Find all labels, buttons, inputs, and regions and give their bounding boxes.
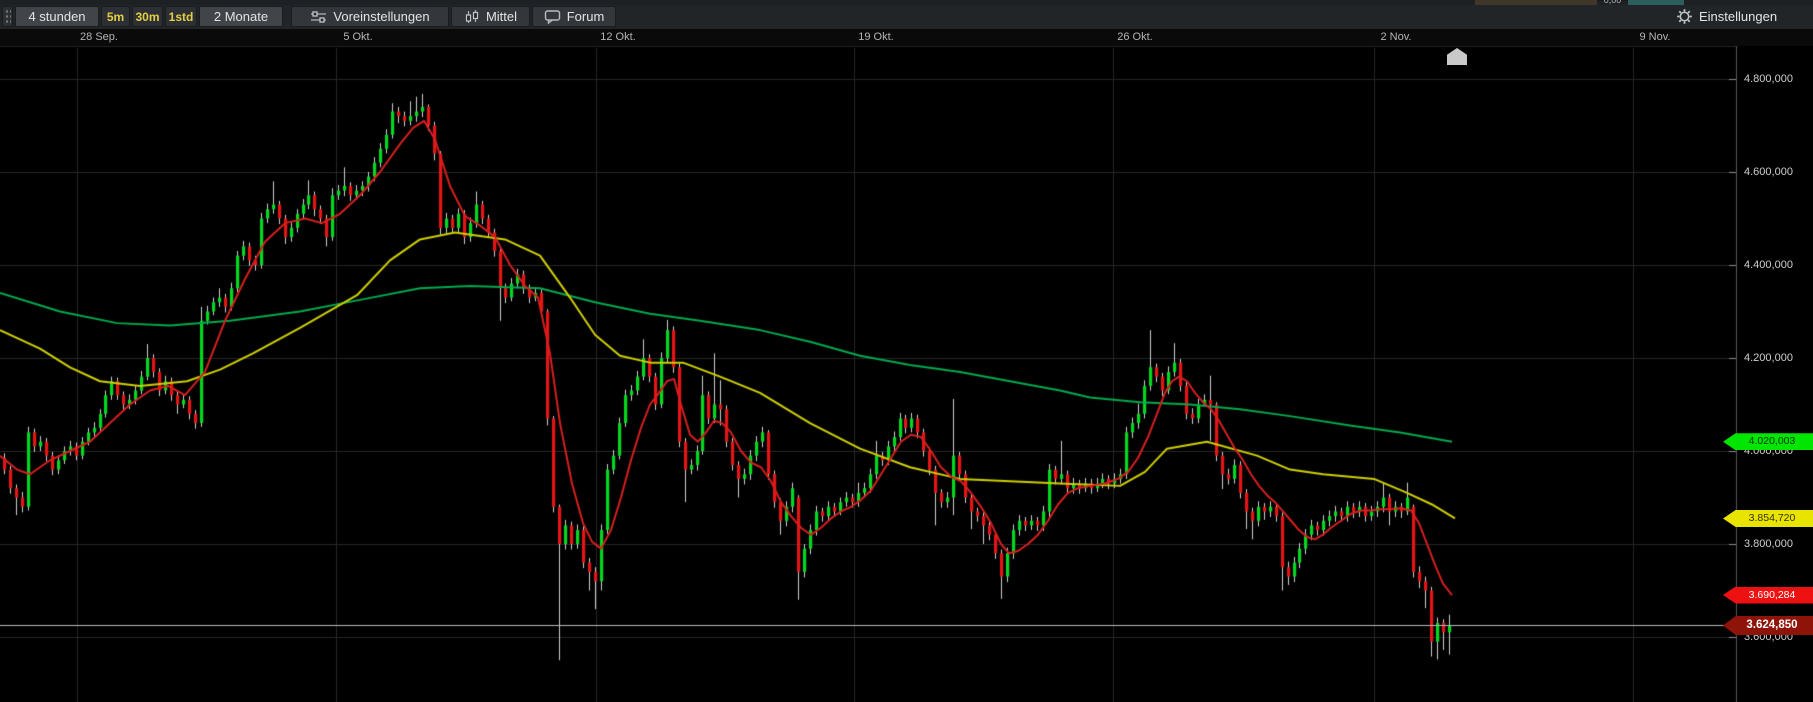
ma-red-value-badge: 3.690,284 [1723,586,1813,604]
y-axis-label: 3.800,000 [1744,538,1793,550]
chart-toolbar: 4 stunden 5m 30m 1std 2 Monate Voreinste… [0,5,1813,30]
settings-button[interactable]: Einstellungen [1676,6,1811,27]
x-axis-label: 28 Sep. [80,31,118,43]
speech-bubble-icon [544,10,560,24]
interval-5m-button[interactable]: 5m [101,6,130,27]
chart-plot-area[interactable]: 4.800,000 4.600,000 4.400,000 4.200,000 4.00… [0,46,1813,702]
drag-handle-icon[interactable] [2,6,13,27]
interval-1std-button[interactable]: 1std [165,6,197,27]
x-axis-label: 5 Okt. [343,31,373,43]
timeframe-button[interactable]: 4 stunden [15,6,99,27]
sliders-icon [311,10,327,23]
ma-green-value-badge: 4.020,003 [1723,433,1813,451]
ma-yellow-value-badge: 3.854,720 [1723,510,1813,528]
candlestick-icon [465,9,479,23]
range-button[interactable]: 2 Monate [199,6,283,27]
y-axis-label: 4.600,000 [1744,166,1793,178]
y-axis-label: 4.200,000 [1744,352,1793,364]
timeframe-label: 4 stunden [28,9,86,24]
presets-button[interactable]: Voreinstellungen [291,6,449,27]
x-axis-label: 12 Okt. [600,31,636,43]
trading-chart-window: 0,00 4 stunden 5m 30m 1std 2 Monate Vore… [0,0,1813,702]
indicator-button[interactable]: Mittel [451,6,530,27]
x-axis-label: 9 Nov. [1639,31,1671,43]
last-price-badge: 3.624,850 [1723,615,1813,635]
x-axis-label: 26 Okt. [1117,31,1153,43]
y-axis-label: 4.800,000 [1744,73,1793,85]
x-axis-date-row: 28 Sep. 5 Okt. 12 Okt. 19 Okt. 26 Okt. 2 Nov.… [0,29,1813,46]
x-axis-label: 19 Okt. [858,31,894,43]
interval-30m-button[interactable]: 30m [132,6,163,27]
candlestick-canvas[interactable] [0,46,1813,702]
x-axis-label: 2 Nov. [1380,31,1412,43]
forum-button[interactable]: Forum [532,6,616,27]
clipped-quote-value: 0,00 [1597,0,1628,5]
y-axis-label: 4.400,000 [1744,259,1793,271]
gear-icon [1677,9,1692,24]
